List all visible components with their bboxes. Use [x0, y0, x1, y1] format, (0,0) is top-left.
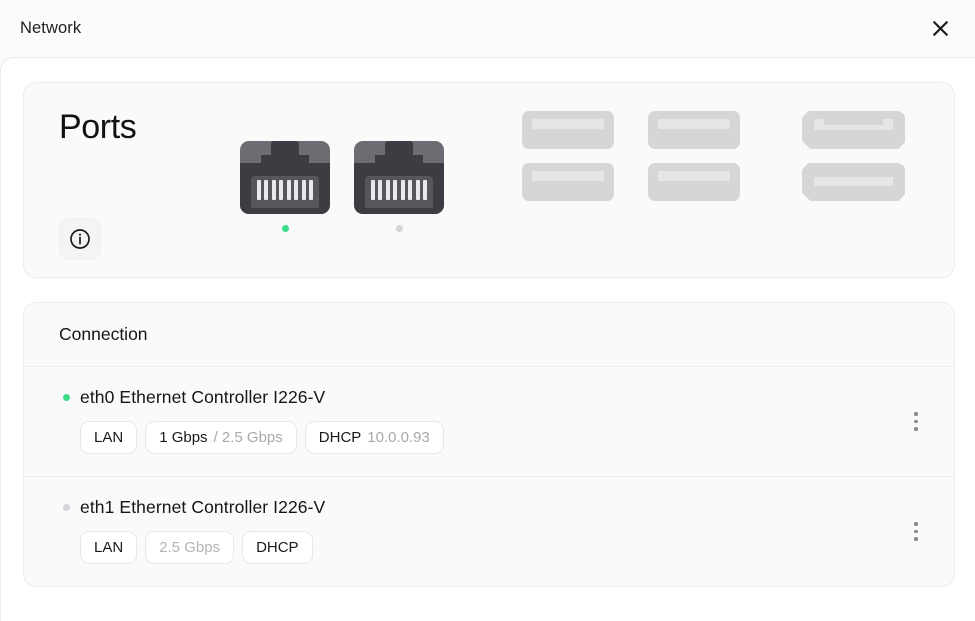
rj45-port-eth0[interactable]	[240, 141, 330, 214]
hdmi-port-1[interactable]	[802, 111, 905, 149]
rj45-pins	[257, 180, 313, 200]
badge-link-speed[interactable]: 1 Gbps / 2.5 Gbps	[145, 421, 297, 454]
ethernet-port-group	[240, 111, 444, 232]
connection-row-title-line: eth1 Ethernet Controller I226-V	[59, 497, 919, 518]
badge-label: 2.5 Gbps	[159, 539, 221, 556]
connection-row-badges: LAN 1 Gbps / 2.5 Gbps DHCP 10.0.0.93	[80, 421, 919, 454]
ports-card: Ports	[23, 82, 955, 278]
connection-row-badges: LAN 2.5 Gbps DHCP	[80, 531, 919, 564]
page-title: Network	[20, 19, 82, 37]
badge-label: DHCP	[256, 539, 299, 556]
rj45-port-eth1[interactable]	[354, 141, 444, 214]
port-cluster	[240, 111, 905, 232]
rj45-recess	[251, 176, 319, 208]
ethernet-port-slot	[354, 141, 444, 232]
eth0-status-dot	[63, 394, 70, 401]
rj45-recess	[365, 176, 433, 208]
badge-label: LAN	[94, 539, 124, 556]
badge-label: 1 Gbps	[159, 429, 208, 446]
connection-row-title: eth1 Ethernet Controller I226-V	[80, 497, 326, 517]
badge-dhcp[interactable]: DHCP	[242, 531, 313, 564]
connection-row-eth1[interactable]: eth1 Ethernet Controller I226-V LAN 2.5 …	[24, 477, 954, 586]
usb-port-3[interactable]	[522, 163, 614, 201]
ports-info-button[interactable]	[59, 218, 101, 260]
badge-link-speed[interactable]: 2.5 Gbps	[145, 531, 235, 564]
connection-row-eth0[interactable]: eth0 Ethernet Controller I226-V LAN 1 Gb…	[24, 367, 954, 477]
usb-port-4[interactable]	[648, 163, 740, 201]
badge-label: DHCP	[318, 429, 362, 446]
connection-row-title-line: eth0 Ethernet Controller I226-V	[59, 387, 919, 408]
close-icon	[931, 19, 950, 38]
ethernet-port-slot	[240, 141, 330, 232]
rj45-pins	[371, 180, 427, 200]
connection-header: Connection	[24, 303, 954, 367]
rj45-latch-slot	[385, 141, 413, 165]
kebab-menu-icon-eth1[interactable]	[902, 515, 930, 549]
usb-port-group	[522, 111, 740, 201]
kebab-menu-icon-eth0[interactable]	[902, 405, 930, 439]
rj45-step-right	[413, 155, 423, 165]
close-button[interactable]	[923, 12, 957, 46]
rj45-step-left	[375, 155, 385, 165]
ports-title: Ports	[59, 108, 137, 146]
eth1-port-status-dot	[395, 225, 403, 232]
window-titlebar: Network	[0, 0, 975, 57]
usb-port-1[interactable]	[522, 111, 614, 149]
badge-lan[interactable]: LAN	[80, 421, 138, 454]
badge-lan[interactable]: LAN	[80, 531, 138, 564]
connection-card: Connection eth0 Ethernet Controller I226…	[23, 302, 955, 587]
hdmi-port-2[interactable]	[802, 163, 905, 201]
badge-dhcp-address[interactable]: DHCP 10.0.0.93	[304, 421, 444, 454]
hdmi-port-group	[802, 111, 905, 201]
eth1-status-dot	[63, 504, 70, 511]
rj45-latch-slot	[271, 141, 299, 165]
rj45-step-right	[299, 155, 309, 165]
badge-label: LAN	[94, 429, 124, 446]
rj45-step-left	[261, 155, 271, 165]
network-panel: Ports Connection eth0 Ethernet Controlle…	[0, 57, 975, 621]
badge-sublabel: / 2.5 Gbps	[213, 429, 283, 446]
usb-port-2[interactable]	[648, 111, 740, 149]
eth0-port-status-dot	[281, 225, 289, 232]
connection-row-title: eth0 Ethernet Controller I226-V	[80, 387, 326, 407]
badge-sublabel: 10.0.0.93	[367, 429, 430, 446]
info-circle-icon	[69, 228, 91, 250]
